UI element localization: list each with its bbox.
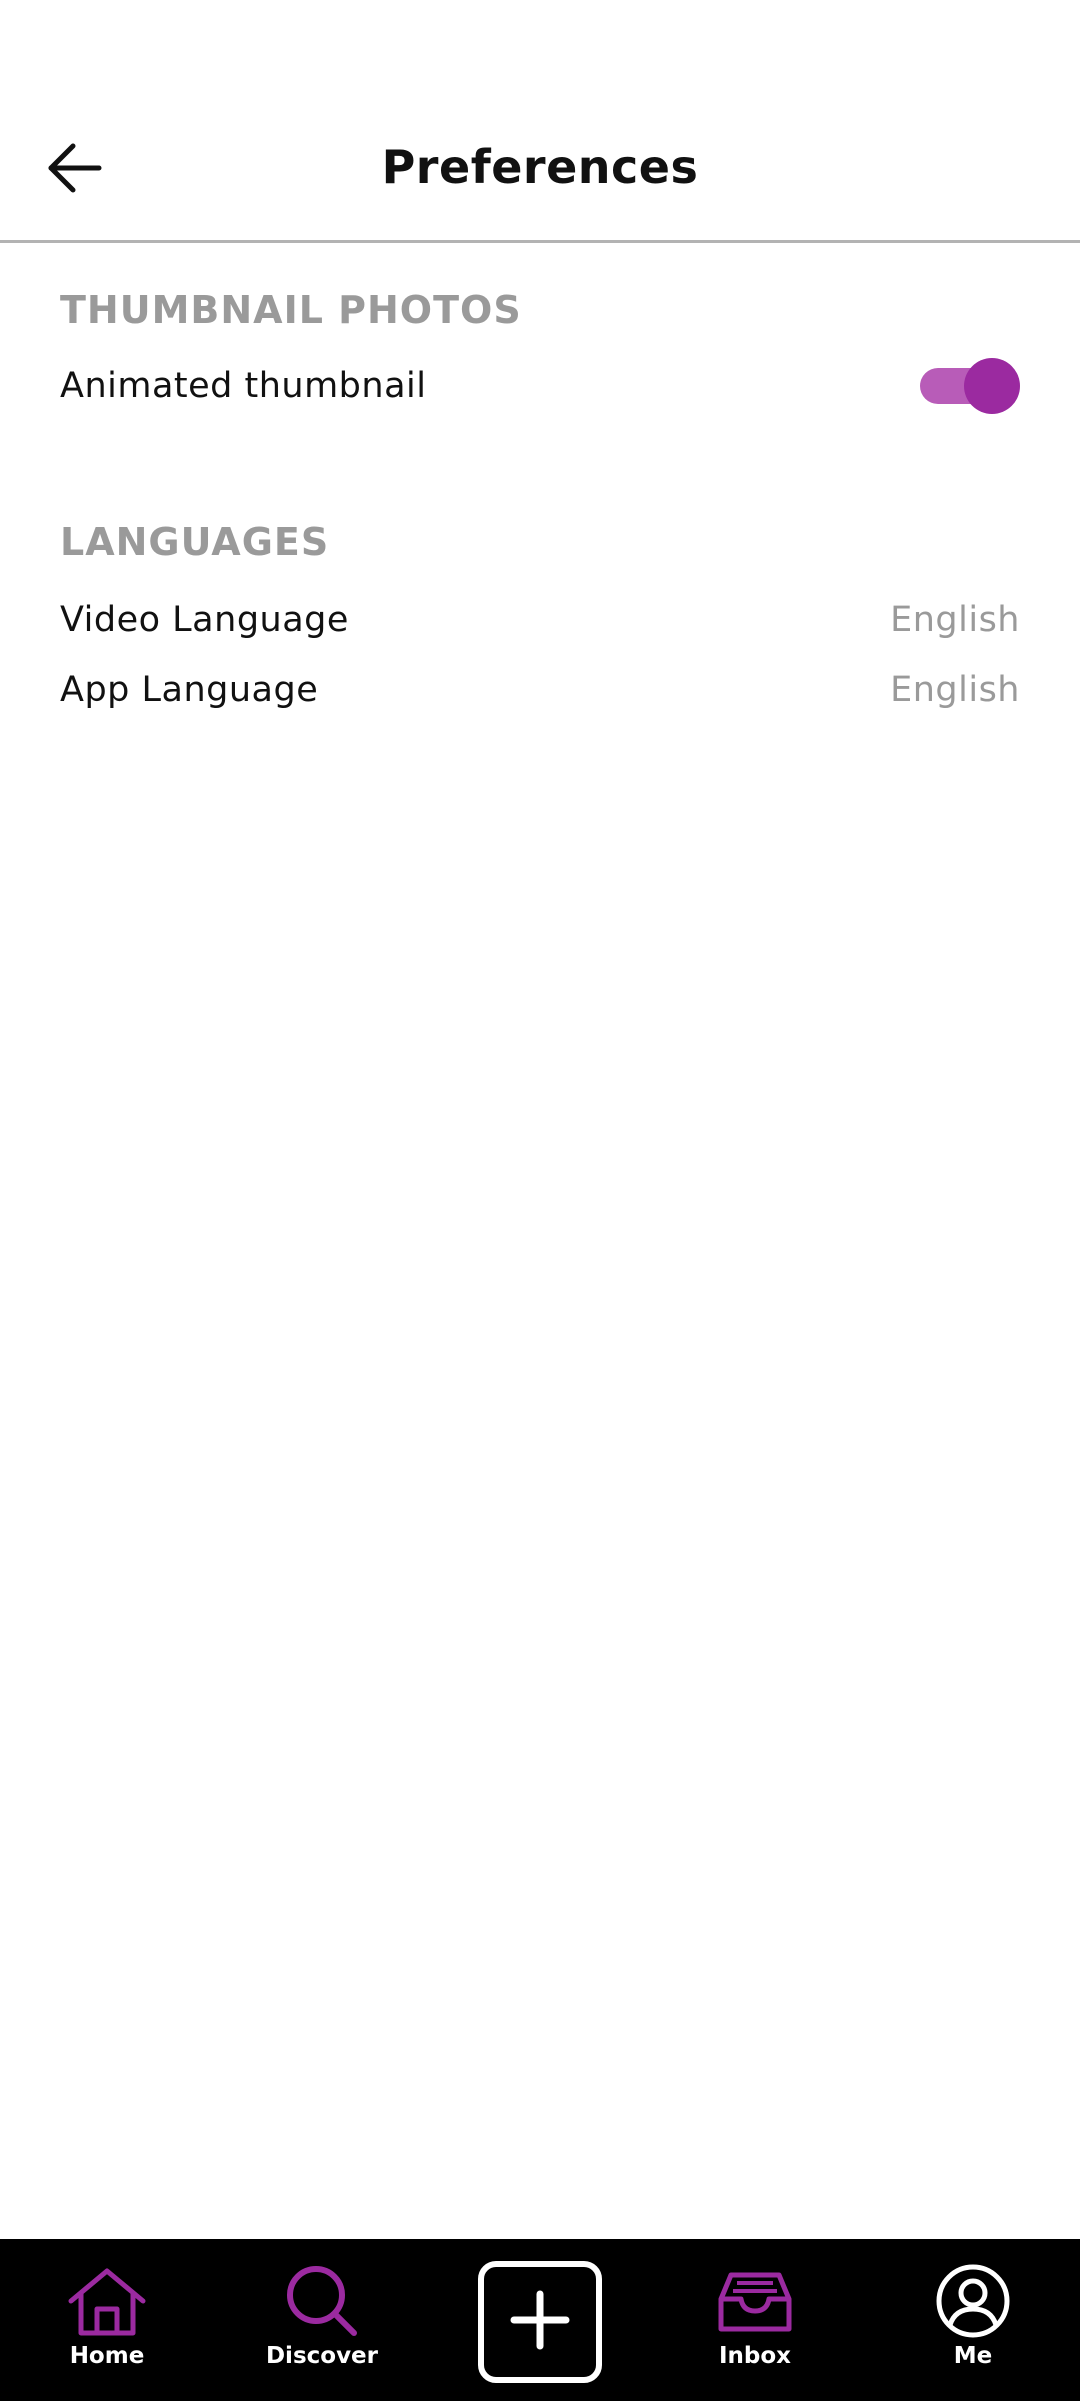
nav-discover-label: Discover — [265, 2343, 379, 2369]
search-icon — [280, 2263, 364, 2339]
home-icon — [65, 2263, 149, 2339]
plus-icon — [510, 2290, 570, 2354]
profile-icon — [931, 2263, 1015, 2339]
section-title-languages: LANGUAGES — [60, 520, 330, 564]
toggle-thumb — [964, 358, 1020, 414]
video-language-label: Video Language — [60, 600, 349, 640]
page-title: Preferences — [381, 140, 699, 194]
app-language-row[interactable]: App Language English — [60, 660, 1020, 720]
app-language-label: App Language — [60, 670, 319, 710]
create-button[interactable] — [478, 2261, 602, 2383]
nav-discover[interactable]: Discover — [262, 2239, 382, 2401]
video-language-row[interactable]: Video Language English — [60, 590, 1020, 650]
nav-me[interactable]: Me — [918, 2239, 1028, 2401]
animated-thumbnail-row: Animated thumbnail — [60, 356, 1020, 416]
nav-inbox-label: Inbox — [718, 2343, 792, 2369]
nav-me-label: Me — [953, 2343, 993, 2369]
video-language-value: English — [890, 600, 1020, 640]
animated-thumbnail-toggle[interactable] — [920, 356, 1020, 416]
animated-thumbnail-label: Animated thumbnail — [60, 366, 427, 406]
nav-inbox[interactable]: Inbox — [700, 2239, 810, 2401]
section-title-thumbnail-photos: THUMBNAIL PHOTOS — [60, 288, 522, 332]
nav-home[interactable]: Home — [52, 2239, 162, 2401]
nav-home-label: Home — [69, 2343, 145, 2369]
header: Preferences — [0, 0, 1080, 243]
preferences-screen: Preferences THUMBNAIL PHOTOS Animated th… — [0, 0, 1080, 2401]
inbox-icon — [713, 2263, 797, 2339]
app-language-value: English — [890, 670, 1020, 710]
bottom-navigation: Home Discover Inbox Me — [0, 2239, 1080, 2401]
